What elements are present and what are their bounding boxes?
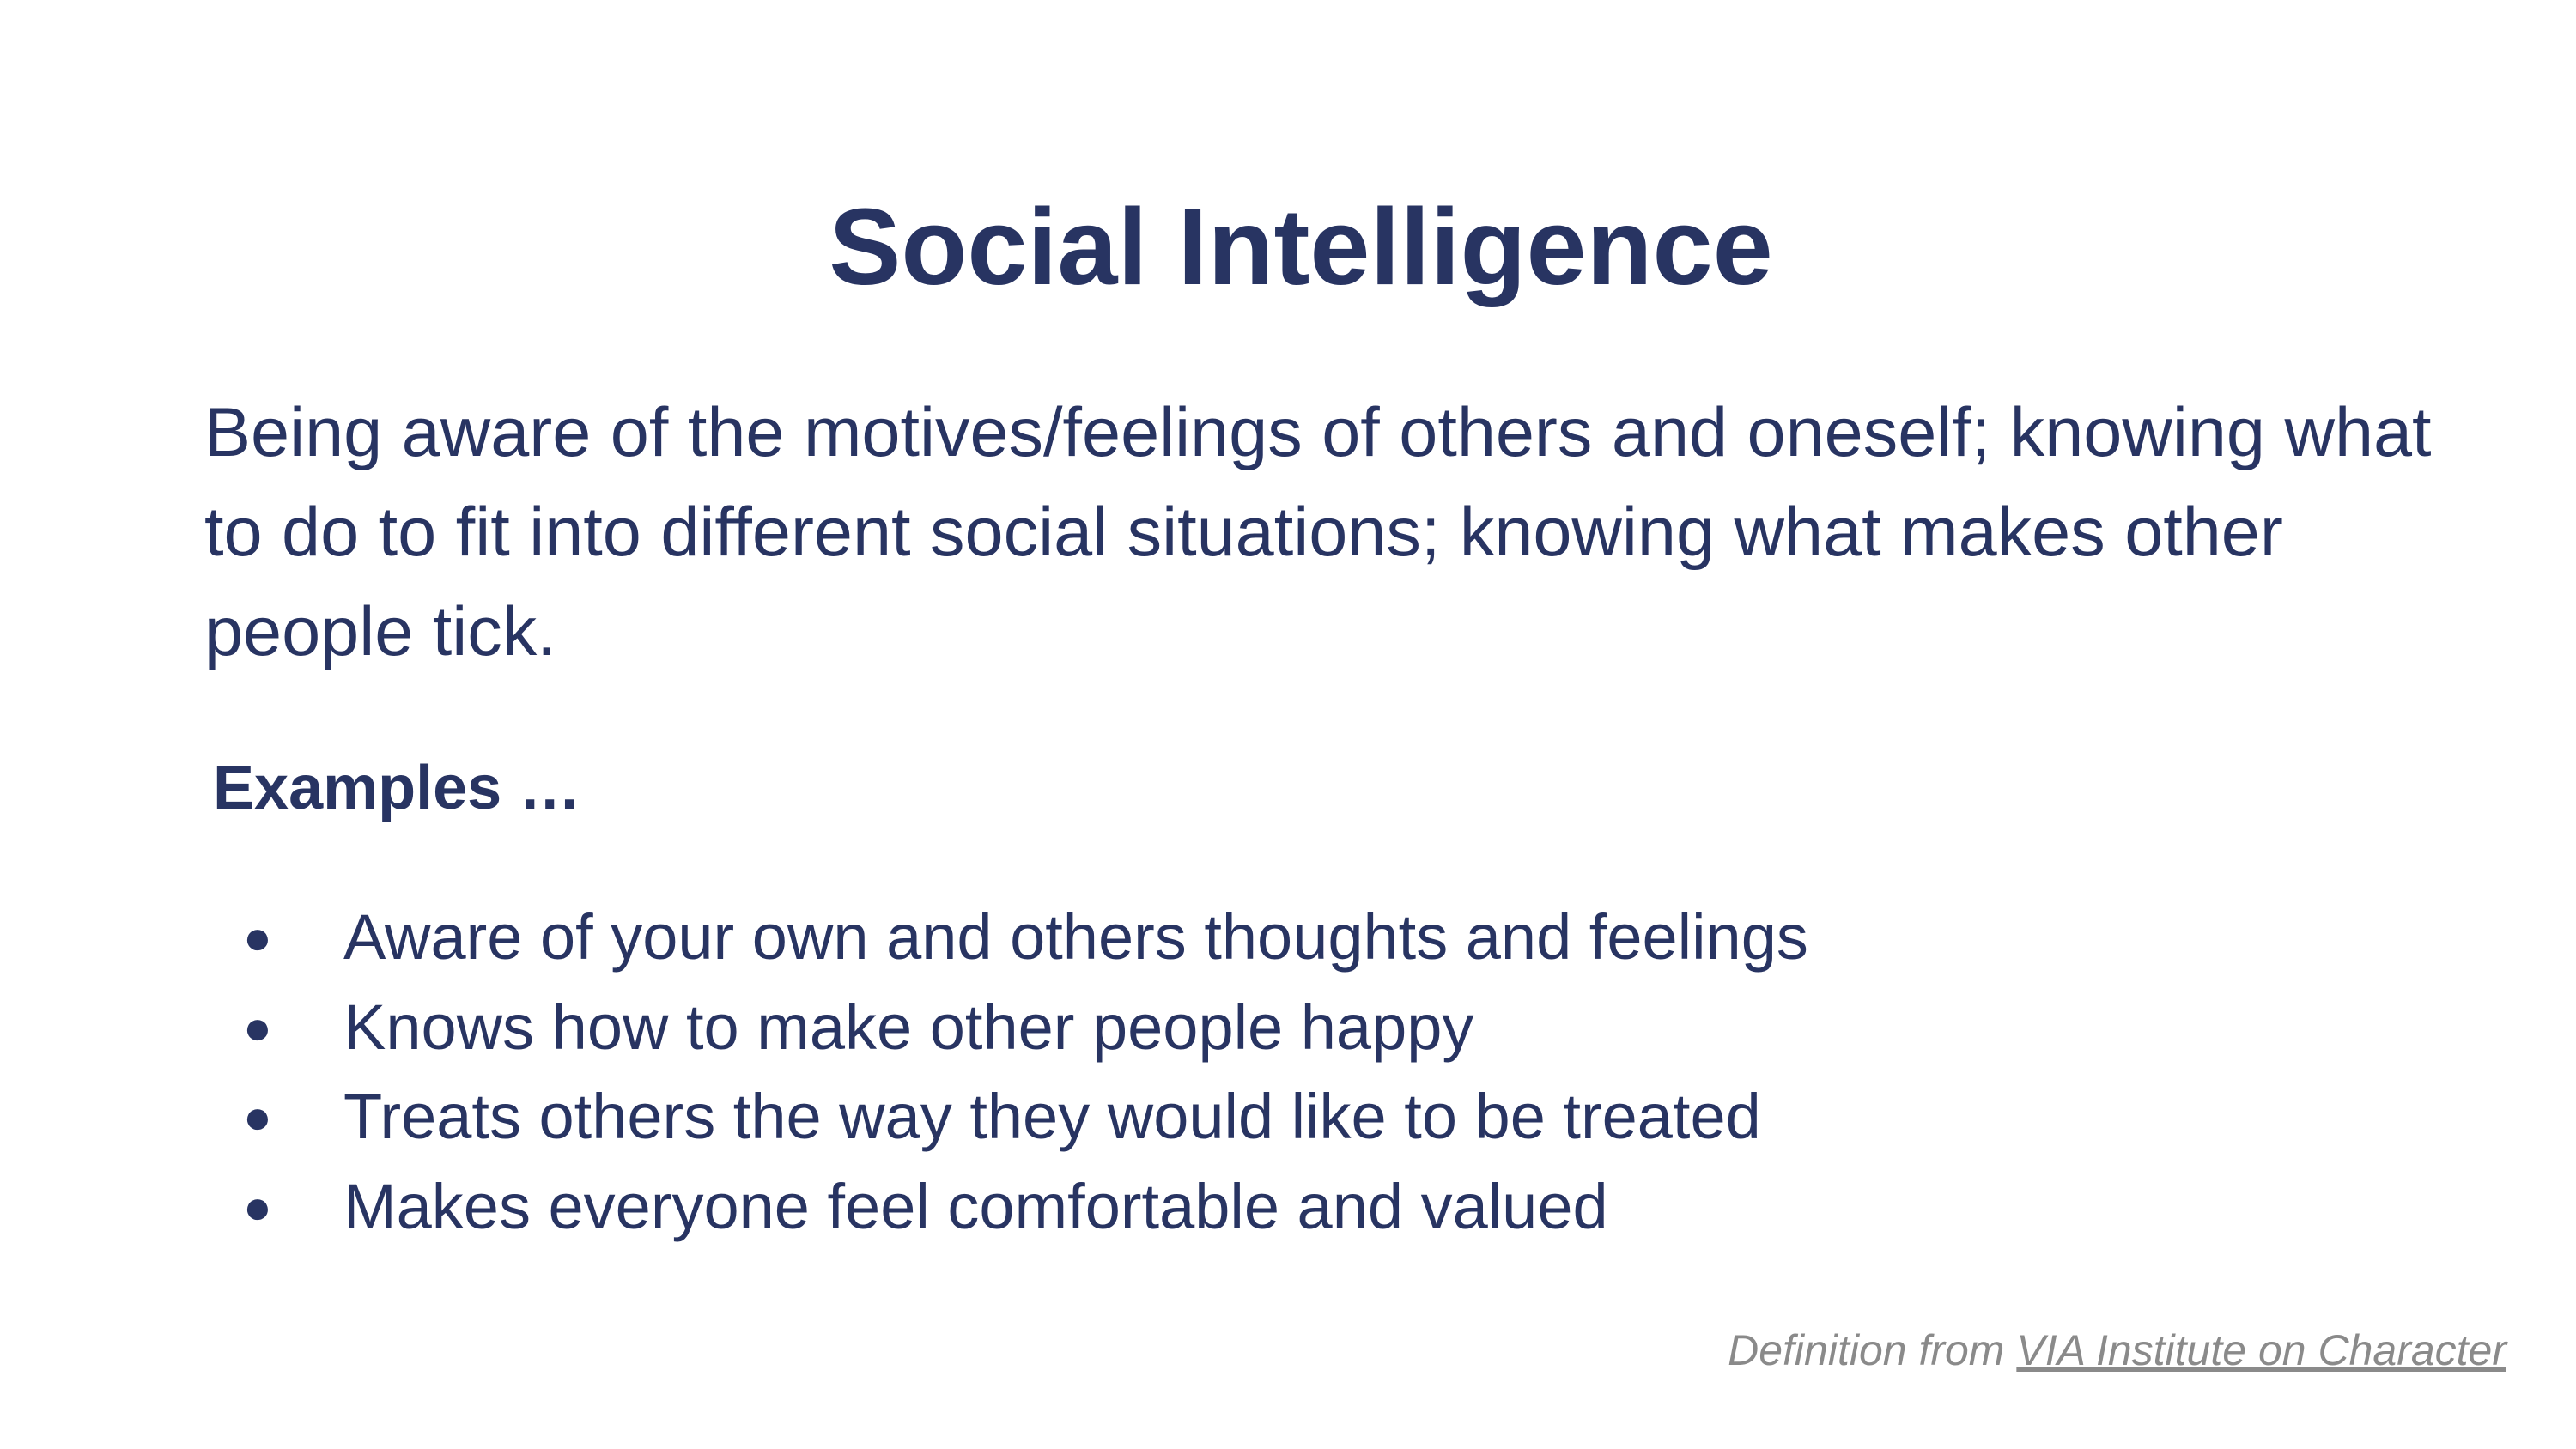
list-item: ● Aware of your own and others thoughts …: [0, 893, 2233, 983]
list-item: ● Makes everyone feel comfortable and va…: [0, 1162, 2233, 1252]
via-institute-link[interactable]: VIA Institute on Character: [2016, 1326, 2506, 1374]
examples-list: ● Aware of your own and others thoughts …: [0, 893, 2233, 1252]
bullet-icon: ●: [243, 910, 272, 964]
slide: Social Intelligence Being aware of the m…: [0, 0, 2576, 1449]
list-item: ● Knows how to make other people happy: [0, 983, 2233, 1073]
example-text: Treats others the way they would like to…: [343, 1081, 1761, 1152]
list-item: ● Treats others the way they would like …: [0, 1072, 2233, 1162]
example-text: Aware of your own and others thoughts an…: [343, 901, 1808, 973]
bullet-icon: ●: [243, 999, 272, 1054]
bullet-icon: ●: [243, 1089, 272, 1143]
source-credit: Definition from VIA Institute on Charact…: [1728, 1320, 2506, 1380]
credit-prefix: Definition from: [1728, 1326, 2017, 1374]
bullet-icon: ●: [243, 1179, 272, 1234]
slide-title: Social Intelligence: [829, 186, 1773, 307]
definition-text: Being aware of the motives/feelings of o…: [204, 394, 2432, 670]
examples-heading: Examples …: [213, 754, 581, 822]
example-text: Makes everyone feel comfortable and valu…: [343, 1170, 1608, 1242]
example-text: Knows how to make other people happy: [343, 991, 1474, 1063]
